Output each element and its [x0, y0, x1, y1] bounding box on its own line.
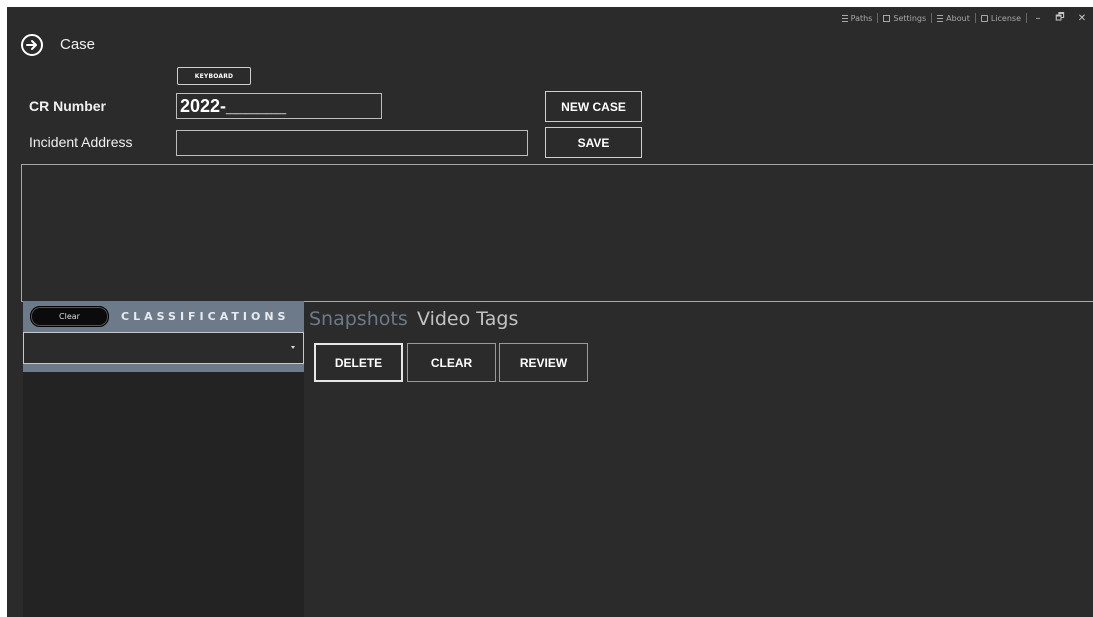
settings-label: Settings: [893, 13, 927, 23]
folder-icon: [980, 14, 988, 22]
clear-classifications-button[interactable]: Clear: [30, 306, 109, 327]
classifications-divider: [23, 364, 304, 372]
incident-address-label: Incident Address: [29, 134, 133, 150]
classifications-panel: Clear CLASSIFICATIONS: [23, 301, 304, 617]
delete-button[interactable]: DELETE: [314, 343, 403, 382]
page-title: Case: [60, 36, 96, 53]
restore-button[interactable]: 🗗: [1049, 10, 1071, 27]
settings-link[interactable]: Settings: [878, 14, 931, 23]
notes-textarea[interactable]: [21, 164, 1093, 302]
tab-snapshots[interactable]: Snapshots: [309, 308, 408, 330]
about-label: About: [946, 13, 970, 23]
back-button[interactable]: [21, 34, 43, 56]
about-icon: [937, 14, 944, 22]
clear-button[interactable]: CLEAR: [407, 343, 496, 382]
arrow-right-icon: [26, 40, 37, 50]
classification-dropdown[interactable]: [23, 332, 304, 364]
classifications-title: CLASSIFICATIONS: [121, 310, 290, 323]
cr-number-input[interactable]: 2022-______: [176, 93, 382, 119]
license-label: License: [990, 13, 1021, 23]
checkbox-icon: [883, 14, 891, 22]
new-case-button[interactable]: NEW CASE: [545, 91, 642, 122]
close-button[interactable]: ✕: [1071, 13, 1093, 24]
app-window: Paths Settings About License – 🗗 ✕ Case …: [7, 7, 1093, 617]
keyboard-button[interactable]: KEYBOARD: [177, 67, 251, 85]
paths-icon: [841, 14, 848, 22]
save-button[interactable]: SAVE: [545, 127, 642, 158]
paths-label: Paths: [850, 13, 873, 23]
minimize-button[interactable]: –: [1027, 13, 1049, 24]
review-button[interactable]: REVIEW: [499, 343, 588, 382]
title-bar-links: Paths Settings About License – 🗗 ✕: [837, 7, 1093, 29]
classifications-header: Clear CLASSIFICATIONS: [23, 301, 304, 332]
license-link[interactable]: License: [976, 14, 1026, 23]
tab-video-tags[interactable]: Video Tags: [417, 308, 518, 330]
chevron-down-icon: [291, 346, 295, 349]
cr-number-label: CR Number: [29, 98, 107, 114]
incident-address-input[interactable]: [176, 130, 528, 156]
about-link[interactable]: About: [932, 14, 975, 23]
paths-link[interactable]: Paths: [837, 14, 878, 23]
